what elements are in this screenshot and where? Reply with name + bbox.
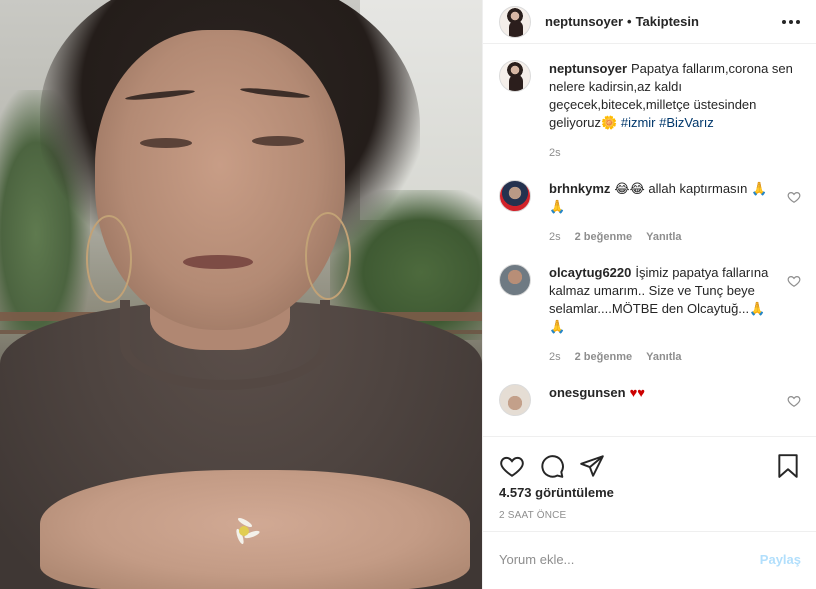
eye bbox=[140, 138, 192, 148]
caption-username[interactable]: neptunsoyer bbox=[549, 61, 627, 76]
follow-status[interactable]: Takiptesin bbox=[636, 14, 699, 29]
mouth bbox=[183, 255, 253, 269]
post-media-video[interactable] bbox=[0, 0, 482, 589]
comment-time[interactable]: 2s bbox=[549, 228, 561, 246]
action-bar bbox=[483, 437, 816, 483]
avatar[interactable] bbox=[499, 5, 531, 38]
share-icon[interactable] bbox=[579, 453, 605, 479]
hashtag-link[interactable]: #izmir bbox=[621, 115, 656, 130]
flower-emoji: 🌼 bbox=[601, 115, 618, 130]
earring bbox=[305, 212, 351, 300]
post-timestamp: 2 SAAT ÖNCE bbox=[499, 510, 567, 521]
heart-icon[interactable] bbox=[787, 274, 801, 288]
post-footer: 4.573 görüntüleme 2 SAAT ÖNCE Yorum ekle… bbox=[483, 436, 816, 567]
comment-input[interactable]: Yorum ekle... bbox=[499, 552, 574, 567]
save-icon[interactable] bbox=[775, 453, 801, 479]
eye bbox=[252, 136, 304, 146]
comment-username[interactable]: onesgunsen bbox=[549, 385, 626, 400]
comments-list[interactable]: neptunsoyer Papatya fallarım,corona sen n… bbox=[483, 60, 816, 436]
author-username[interactable]: neptunsoyer bbox=[545, 14, 623, 29]
heart-icon[interactable] bbox=[499, 453, 525, 479]
comment-likes[interactable]: 2 beğenme bbox=[575, 348, 632, 366]
caption-time[interactable]: 2s bbox=[549, 144, 561, 162]
comment-likes[interactable]: 2 beğenme bbox=[575, 228, 632, 246]
reply-button[interactable]: Yanıtla bbox=[646, 228, 681, 246]
comment-item: onesgunsen ♥♥ bbox=[499, 384, 801, 416]
heart-icon[interactable] bbox=[787, 394, 801, 408]
view-count[interactable]: 4.573 görüntüleme bbox=[483, 485, 816, 500]
reply-button[interactable]: Yanıtla bbox=[646, 348, 681, 366]
more-icon[interactable] bbox=[782, 19, 800, 24]
add-comment-bar: Yorum ekle... Paylaş bbox=[483, 531, 816, 587]
caption: neptunsoyer Papatya fallarım,corona sen n… bbox=[499, 60, 801, 162]
hashtag-link[interactable]: #BizVarız bbox=[659, 115, 714, 130]
heart-icon[interactable] bbox=[787, 190, 801, 204]
daisy-flower bbox=[232, 516, 261, 545]
comment-username[interactable]: brhnkymz bbox=[549, 181, 610, 196]
post-header: neptunsoyer • Takiptesin bbox=[483, 0, 816, 44]
earring bbox=[86, 215, 132, 303]
separator: • bbox=[627, 14, 632, 29]
comment-icon[interactable] bbox=[539, 453, 565, 479]
avatar[interactable] bbox=[499, 180, 531, 212]
avatar[interactable] bbox=[499, 60, 531, 92]
comment-time[interactable]: 2s bbox=[549, 348, 561, 366]
avatar[interactable] bbox=[499, 384, 531, 416]
comment-item: olcaytug6220 İşimiz papatya fallarına kal… bbox=[499, 264, 801, 366]
comment-item: brhnkymz 😂😂 allah kaptırmasın 🙏🙏 2s 2 beğ… bbox=[499, 180, 801, 246]
avatar[interactable] bbox=[499, 264, 531, 296]
post-comment-button[interactable]: Paylaş bbox=[760, 552, 801, 567]
author-info: neptunsoyer • Takiptesin bbox=[545, 14, 699, 29]
face bbox=[95, 30, 345, 330]
comment-username[interactable]: olcaytug6220 bbox=[549, 265, 631, 280]
post-sidebar: neptunsoyer • Takiptesin neptunsoyer Papa… bbox=[482, 0, 816, 589]
comment-text: ♥♥ bbox=[629, 385, 646, 400]
